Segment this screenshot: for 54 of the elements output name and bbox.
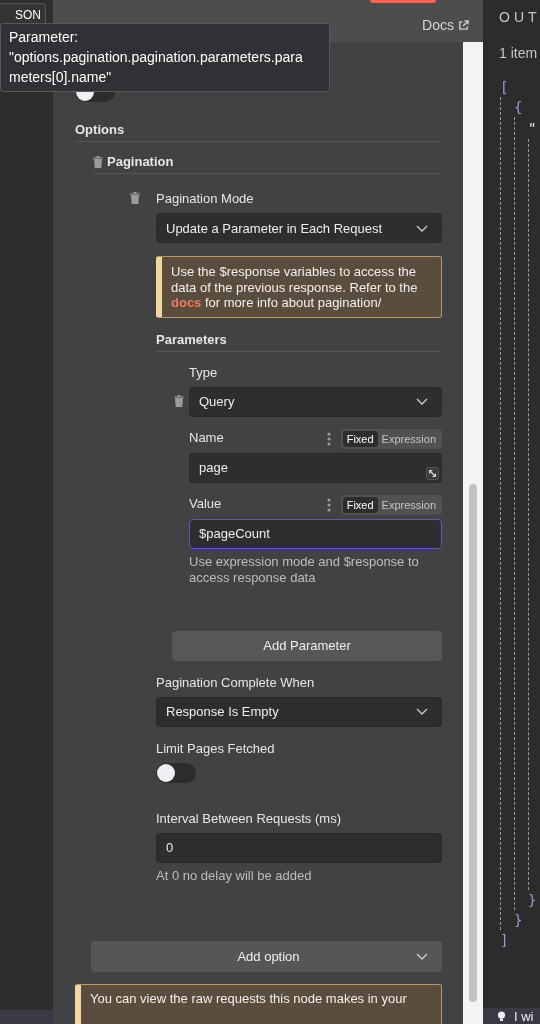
add-parameter-button[interactable]: Add Parameter [172, 630, 442, 661]
output-tab[interactable]: SON [0, 3, 46, 25]
input-field[interactable]: $pageCount [189, 518, 442, 549]
trash-icon[interactable] [130, 192, 140, 204]
json-bracket: [ [500, 78, 510, 97]
field-label: Parameters [156, 331, 227, 347]
hint-text: I wi [514, 1008, 534, 1024]
mode-option[interactable]: Fixed [342, 496, 378, 513]
trash-icon[interactable] [174, 394, 184, 407]
input-field[interactable]: 0 [156, 832, 442, 863]
external-link-icon [458, 19, 469, 31]
tooltip-text: "options.pagination.pagination.parameters.para [9, 48, 304, 67]
notice-text: Use the $response variables to access the data of the previous response. Refer to the docs for more info about pagination/ [171, 264, 419, 311]
json-bracket: { [514, 98, 524, 117]
input-field[interactable]: page [189, 452, 442, 483]
chevron-down-icon [416, 224, 428, 232]
mode-option[interactable]: Expression [377, 430, 440, 447]
field-label: Name [189, 429, 225, 447]
more-icon[interactable] [326, 497, 331, 512]
add-option-button[interactable]: Add option [91, 940, 442, 972]
hint-text: Use expression mode and $response to access response data [189, 553, 420, 586]
json-key: " [528, 117, 540, 139]
section-title: Pagination [107, 154, 174, 169]
more-icon[interactable] [326, 431, 331, 446]
field-label: Type [189, 363, 219, 382]
tooltip-text: Parameter: [9, 28, 80, 47]
chevron-down-icon [416, 708, 428, 715]
json-bracket: } [514, 911, 524, 930]
dropdown[interactable]: Query [189, 386, 442, 417]
field-label: Value [189, 495, 223, 513]
lightbulb-icon [497, 1010, 506, 1022]
field-label: Pagination Mode [156, 190, 255, 208]
expand-icon[interactable] [426, 466, 439, 480]
scrollbar[interactable] [463, 42, 483, 1024]
hint-text: At 0 no delay will be added [156, 867, 313, 884]
tooltip-text: meters[0].name" [9, 68, 113, 87]
field-label: Interval Between Requests (ms) [156, 809, 342, 828]
field-label: Limit Pages Fetched [156, 739, 276, 758]
dropdown[interactable]: Response Is Empty [156, 696, 442, 727]
mode-option[interactable]: Expression [377, 496, 440, 513]
item-count: 1 item [498, 44, 539, 61]
chevron-down-icon [416, 398, 428, 405]
json-bracket: ] [500, 931, 510, 950]
json-bracket: } [528, 891, 538, 910]
docs-link[interactable]: Docs [422, 17, 469, 33]
section-title: Options [75, 122, 125, 137]
trash-icon[interactable] [93, 156, 103, 168]
dropdown[interactable]: Update a Parameter in Each Request [156, 213, 442, 243]
panel-title: OUT [498, 8, 540, 25]
notice-text: You can view the raw requests this node makes in your [90, 990, 408, 1006]
field-label: Pagination Complete When [156, 673, 316, 692]
toggle-switch[interactable] [156, 762, 196, 783]
mode-option[interactable]: Fixed [342, 430, 378, 447]
chevron-down-icon [416, 952, 428, 960]
